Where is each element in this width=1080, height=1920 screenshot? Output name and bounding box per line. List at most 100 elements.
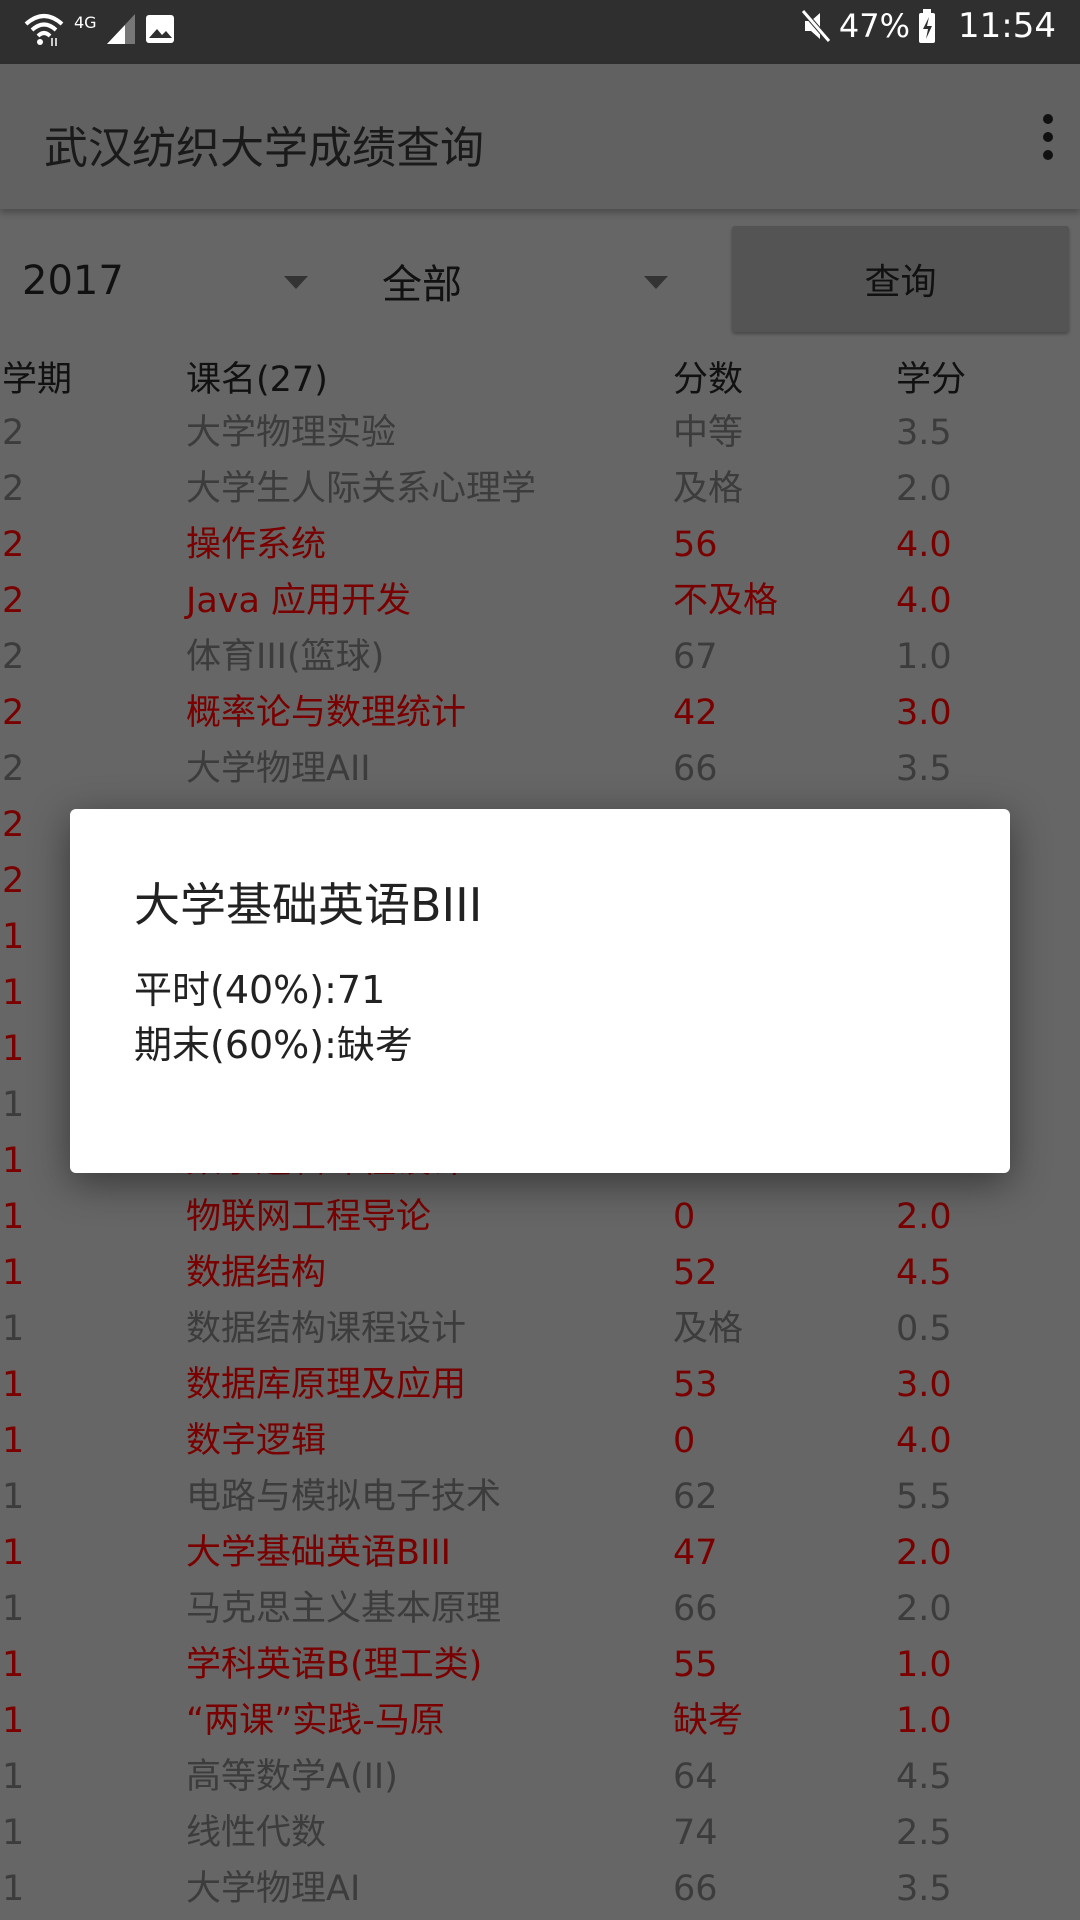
table-row[interactable]: 2 Java 应用开发 不及格 4.0 bbox=[0, 573, 1080, 629]
row-term: 1 bbox=[2, 1309, 25, 1349]
row-term: 2 bbox=[2, 693, 25, 733]
row-credit: 4.0 bbox=[896, 1421, 952, 1461]
row-term: 2 bbox=[2, 637, 25, 677]
year-spinner[interactable]: 2017 bbox=[22, 240, 322, 322]
term-value: 全部 bbox=[382, 262, 462, 308]
table-row[interactable]: 2 大学物理实验 中等 3.5 bbox=[0, 405, 1080, 461]
row-term: 1 bbox=[2, 1757, 25, 1797]
row-term: 1 bbox=[2, 1813, 25, 1853]
row-score: 56 bbox=[673, 525, 718, 565]
table-row[interactable]: 1 数据结构 52 4.5 bbox=[0, 1245, 1080, 1301]
table-row[interactable]: 1 高等数学A(II) 64 4.5 bbox=[0, 1749, 1080, 1805]
row-course: 大学基础英语BIII bbox=[186, 1533, 451, 1573]
row-course: 大学物理AII bbox=[186, 749, 371, 789]
row-term: 1 bbox=[2, 1533, 25, 1573]
table-row[interactable]: 1 数据库原理及应用 53 3.0 bbox=[0, 1357, 1080, 1413]
row-credit: 1.0 bbox=[896, 637, 952, 677]
row-course: 数字逻辑 bbox=[186, 1421, 327, 1461]
mute-icon bbox=[801, 9, 831, 43]
table-row[interactable]: 1 学科英语B(理工类) 55 1.0 bbox=[0, 1637, 1080, 1693]
row-course: 电路与模拟电子技术 bbox=[186, 1477, 502, 1517]
row-score: 74 bbox=[673, 1813, 718, 1853]
row-term: 1 bbox=[2, 1365, 25, 1405]
row-score: 55 bbox=[673, 1645, 718, 1685]
table-row[interactable]: 1 大学基础英语BIII 47 2.0 bbox=[0, 1525, 1080, 1581]
row-term: 2 bbox=[2, 413, 25, 453]
row-course: 操作系统 bbox=[186, 525, 327, 565]
row-term: 1 bbox=[2, 1589, 25, 1629]
wifi-icon bbox=[24, 14, 64, 46]
row-course: 学科英语B(理工类) bbox=[186, 1645, 483, 1685]
table-row[interactable]: 1 数字逻辑 0 4.0 bbox=[0, 1413, 1080, 1469]
row-term: 1 bbox=[2, 973, 25, 1013]
row-term: 1 bbox=[2, 1477, 25, 1517]
row-credit: 5.5 bbox=[896, 1477, 952, 1517]
row-score: 及格 bbox=[673, 469, 744, 509]
header-course: 课名(27) bbox=[186, 360, 328, 400]
row-term: 1 bbox=[2, 1197, 25, 1237]
table-row[interactable]: 1 线性代数 74 2.5 bbox=[0, 1805, 1080, 1861]
row-course: 大学物理实验 bbox=[186, 413, 397, 453]
row-term: 2 bbox=[2, 805, 25, 845]
row-score: 47 bbox=[673, 1533, 718, 1573]
row-credit: 2.0 bbox=[896, 469, 952, 509]
dialog-usual-score: 平时(40%):71 bbox=[134, 968, 386, 1012]
row-credit: 3.5 bbox=[896, 1869, 952, 1909]
table-row[interactable]: 2 体育III(篮球) 67 1.0 bbox=[0, 629, 1080, 685]
row-credit: 2.0 bbox=[896, 1197, 952, 1237]
query-button[interactable]: 查询 bbox=[732, 226, 1069, 332]
row-score: 42 bbox=[673, 693, 718, 733]
row-score: 67 bbox=[673, 637, 718, 677]
table-row[interactable]: 1 数据结构课程设计 及格 0.5 bbox=[0, 1301, 1080, 1357]
table-row[interactable]: 1 电路与模拟电子技术 62 5.5 bbox=[0, 1469, 1080, 1525]
table-row[interactable]: 2 大学物理AII 66 3.5 bbox=[0, 741, 1080, 797]
row-term: 1 bbox=[2, 1645, 25, 1685]
row-credit: 3.0 bbox=[896, 693, 952, 733]
row-score: 缺考 bbox=[673, 1701, 744, 1741]
row-credit: 4.5 bbox=[896, 1757, 952, 1797]
table-header: 学期 课名(27) 分数 学分 bbox=[0, 352, 1080, 408]
row-term: 2 bbox=[2, 749, 25, 789]
row-course: 数据结构课程设计 bbox=[186, 1309, 467, 1349]
row-score: 62 bbox=[673, 1477, 718, 1517]
row-score: 中等 bbox=[673, 413, 744, 453]
table-row[interactable]: 1 “两课”实践-马原 缺考 1.0 bbox=[0, 1693, 1080, 1749]
table-row[interactable]: 1 大学物理AI 66 3.5 bbox=[0, 1861, 1080, 1917]
row-score: 0 bbox=[673, 1197, 696, 1237]
row-term: 1 bbox=[2, 1421, 25, 1461]
row-term: 2 bbox=[2, 581, 25, 621]
row-credit: 4.0 bbox=[896, 525, 952, 565]
row-term: 2 bbox=[2, 469, 25, 509]
row-term: 1 bbox=[2, 1029, 25, 1069]
row-score: 66 bbox=[673, 749, 718, 789]
table-row[interactable]: 1 马克思主义基本原理 66 2.0 bbox=[0, 1581, 1080, 1637]
header-score: 分数 bbox=[673, 360, 744, 400]
row-credit: 3.0 bbox=[896, 1365, 952, 1405]
row-credit: 4.0 bbox=[896, 581, 952, 621]
row-credit: 1.0 bbox=[896, 1645, 952, 1685]
table-row[interactable]: 2 大学生人际关系心理学 及格 2.0 bbox=[0, 461, 1080, 517]
more-vert-icon[interactable] bbox=[1038, 114, 1058, 160]
network-type: 4G bbox=[74, 12, 97, 32]
row-course: 物联网工程导论 bbox=[186, 1197, 432, 1237]
header-term: 学期 bbox=[2, 360, 73, 400]
term-spinner[interactable]: 全部 bbox=[382, 240, 682, 322]
dropdown-arrow-icon bbox=[284, 276, 308, 289]
table-row[interactable]: 1 物联网工程导论 0 2.0 bbox=[0, 1189, 1080, 1245]
row-credit: 4.5 bbox=[896, 1253, 952, 1293]
row-credit: 0.5 bbox=[896, 1309, 952, 1349]
dialog-final-score: 期末(60%):缺考 bbox=[134, 1023, 413, 1067]
table-row[interactable]: 2 操作系统 56 4.0 bbox=[0, 517, 1080, 573]
row-course: 概率论与数理统计 bbox=[186, 693, 467, 733]
row-course: 数据结构 bbox=[186, 1253, 327, 1293]
row-term: 1 bbox=[2, 1253, 25, 1293]
dropdown-arrow-icon bbox=[644, 276, 668, 289]
header-credit: 学分 bbox=[896, 360, 967, 400]
battery-percent: 47% bbox=[838, 7, 911, 45]
table-row[interactable]: 2 概率论与数理统计 42 3.0 bbox=[0, 685, 1080, 741]
row-course: 体育III(篮球) bbox=[186, 637, 385, 677]
row-score: 66 bbox=[673, 1869, 718, 1909]
row-score: 53 bbox=[673, 1365, 718, 1405]
row-score: 及格 bbox=[673, 1309, 744, 1349]
row-score: 66 bbox=[673, 1589, 718, 1629]
